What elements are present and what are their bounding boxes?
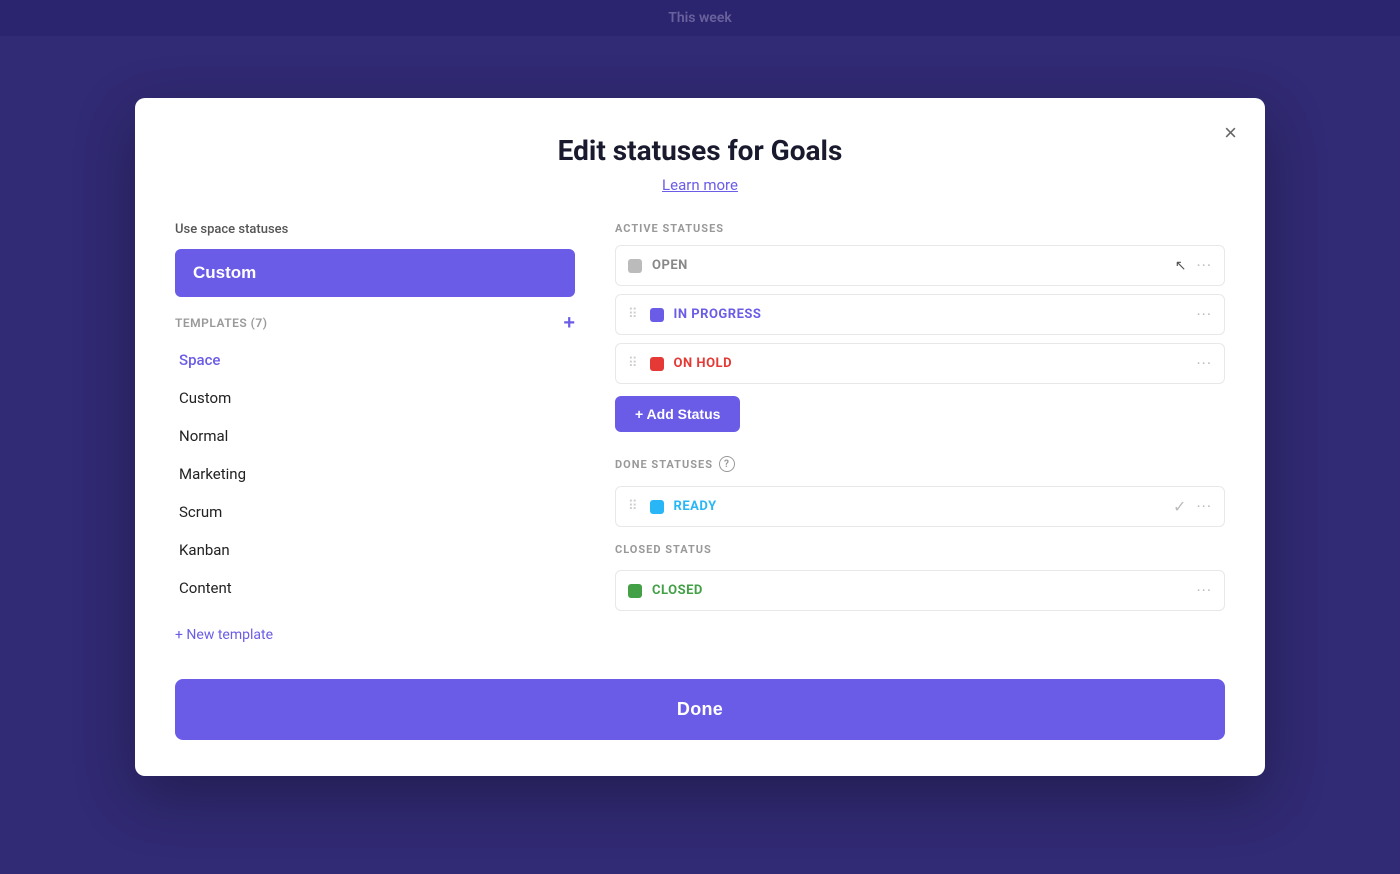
close-button[interactable]: ×	[1220, 118, 1241, 148]
status-check-ready: ✓	[1173, 497, 1186, 516]
modal-title: Edit statuses for Goals	[175, 134, 1225, 167]
drag-handle-in-progress[interactable]: ⠿	[628, 307, 638, 322]
status-name-ready: READY	[674, 499, 1164, 514]
template-list: Space Custom Normal Marketing Scrum Kanb…	[175, 341, 575, 607]
custom-selected-button[interactable]: Custom	[175, 249, 575, 297]
done-statuses-label: DONE STATUSES ?	[615, 456, 1225, 472]
drag-handle-on-hold[interactable]: ⠿	[628, 356, 638, 371]
help-icon[interactable]: ?	[719, 456, 735, 472]
status-more-open[interactable]: ···	[1196, 256, 1212, 275]
status-row-in-progress: ⠿ IN PROGRESS ···	[615, 294, 1225, 335]
template-item-kanban[interactable]: Kanban	[175, 531, 575, 569]
cursor-icon: ↖	[1175, 258, 1187, 274]
status-more-ready[interactable]: ···	[1196, 497, 1212, 516]
status-dot-closed	[628, 584, 642, 598]
status-dot-open	[628, 259, 642, 273]
template-item-normal[interactable]: Normal	[175, 417, 575, 455]
done-button[interactable]: Done	[175, 679, 1225, 740]
template-item-marketing[interactable]: Marketing	[175, 455, 575, 493]
status-more-closed[interactable]: ···	[1196, 581, 1212, 600]
status-name-closed: CLOSED	[652, 583, 1186, 598]
modal-overlay: × Edit statuses for Goals Learn more Use…	[0, 0, 1400, 874]
templates-add-button[interactable]: +	[563, 313, 575, 333]
right-panel: ACTIVE STATUSES OPEN ↖ ··· ⠿ IN PROGRESS…	[615, 222, 1225, 643]
status-row-ready: ⠿ READY ✓ ···	[615, 486, 1225, 527]
status-row-open: OPEN ↖ ···	[615, 245, 1225, 286]
templates-row: TEMPLATES (7) +	[175, 313, 575, 333]
closed-status-label: CLOSED STATUS	[615, 543, 1225, 556]
status-dot-on-hold	[650, 357, 664, 371]
status-name-open: OPEN	[652, 258, 1165, 273]
active-statuses-label: ACTIVE STATUSES	[615, 222, 1225, 235]
add-status-button[interactable]: + Add Status	[615, 396, 740, 432]
template-item-content[interactable]: Content	[175, 569, 575, 607]
template-item-space[interactable]: Space	[175, 341, 575, 379]
template-item-custom[interactable]: Custom	[175, 379, 575, 417]
modal: × Edit statuses for Goals Learn more Use…	[135, 98, 1265, 776]
template-item-scrum[interactable]: Scrum	[175, 493, 575, 531]
status-row-on-hold: ⠿ ON HOLD ···	[615, 343, 1225, 384]
modal-body: Use space statuses Custom TEMPLATES (7) …	[175, 222, 1225, 643]
templates-label: TEMPLATES (7)	[175, 316, 267, 330]
left-panel: Use space statuses Custom TEMPLATES (7) …	[175, 222, 575, 643]
status-dot-ready	[650, 500, 664, 514]
status-row-closed: CLOSED ···	[615, 570, 1225, 611]
status-name-in-progress: IN PROGRESS	[674, 307, 1187, 322]
status-dot-in-progress	[650, 308, 664, 322]
new-template-link[interactable]: + New template	[175, 627, 273, 643]
drag-handle-ready[interactable]: ⠿	[628, 499, 638, 514]
use-space-label: Use space statuses	[175, 222, 575, 237]
status-more-on-hold[interactable]: ···	[1196, 354, 1212, 373]
modal-header: Edit statuses for Goals Learn more	[175, 134, 1225, 194]
status-name-on-hold: ON HOLD	[674, 356, 1187, 371]
status-more-in-progress[interactable]: ···	[1196, 305, 1212, 324]
learn-more-link[interactable]: Learn more	[662, 176, 738, 194]
modal-footer: Done	[175, 679, 1225, 740]
